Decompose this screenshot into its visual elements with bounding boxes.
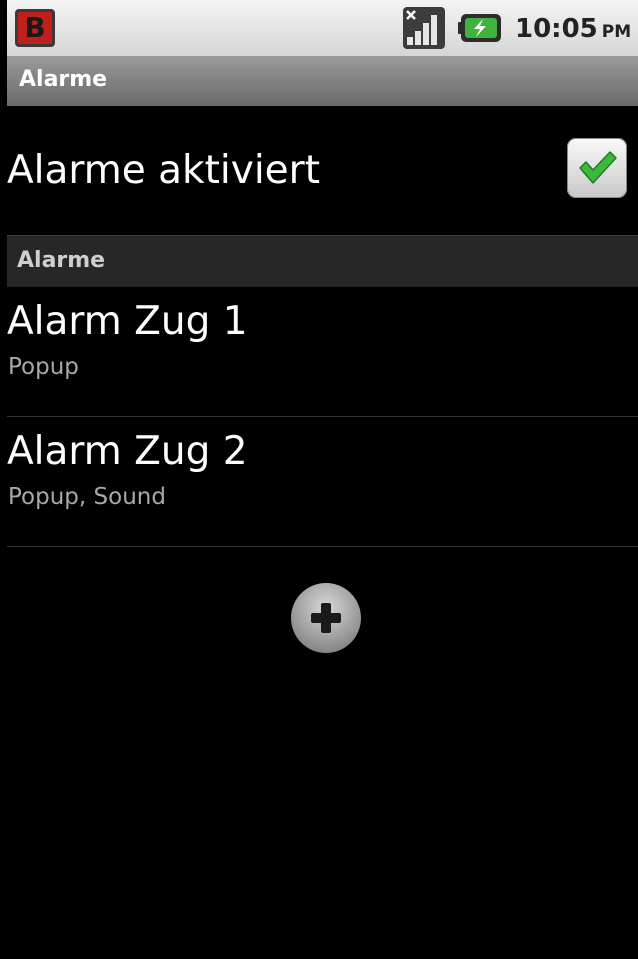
checkmark-icon bbox=[579, 151, 617, 184]
plus-icon bbox=[311, 603, 341, 633]
title-bar: Alarme bbox=[7, 56, 638, 106]
app-icon-letter: B bbox=[18, 12, 52, 44]
clock-time: 10:05 bbox=[515, 14, 598, 44]
page-title: Alarme bbox=[19, 67, 108, 92]
alarms-enabled-row[interactable]: Alarme aktiviert bbox=[7, 106, 638, 235]
battery-charging-icon bbox=[458, 14, 501, 42]
clock-ampm: PM bbox=[601, 22, 632, 42]
section-header: Alarme bbox=[7, 235, 638, 287]
alarm-list-item[interactable]: Alarm Zug 1 Popup bbox=[7, 287, 638, 417]
alarm-subtitle: Popup, Sound bbox=[8, 484, 166, 510]
section-header-label: Alarme bbox=[17, 248, 106, 273]
app-frame: B 10:05 PM Alarme Alarme aktiviert Alarm… bbox=[7, 0, 638, 959]
status-bar: B 10:05 PM bbox=[7, 0, 638, 56]
alarm-title: Alarm Zug 2 bbox=[7, 429, 248, 474]
alarms-enabled-label: Alarme aktiviert bbox=[7, 148, 320, 193]
add-alarm-button[interactable] bbox=[291, 583, 361, 653]
alarm-subtitle: Popup bbox=[8, 354, 79, 380]
alarms-enabled-checkbox[interactable] bbox=[567, 138, 627, 198]
signal-no-sim-icon bbox=[403, 7, 445, 49]
app-notification-icon[interactable]: B bbox=[15, 9, 55, 47]
status-clock: 10:05 PM bbox=[515, 14, 631, 47]
alarm-title: Alarm Zug 1 bbox=[7, 299, 248, 344]
alarm-list-item[interactable]: Alarm Zug 2 Popup, Sound bbox=[7, 417, 638, 547]
